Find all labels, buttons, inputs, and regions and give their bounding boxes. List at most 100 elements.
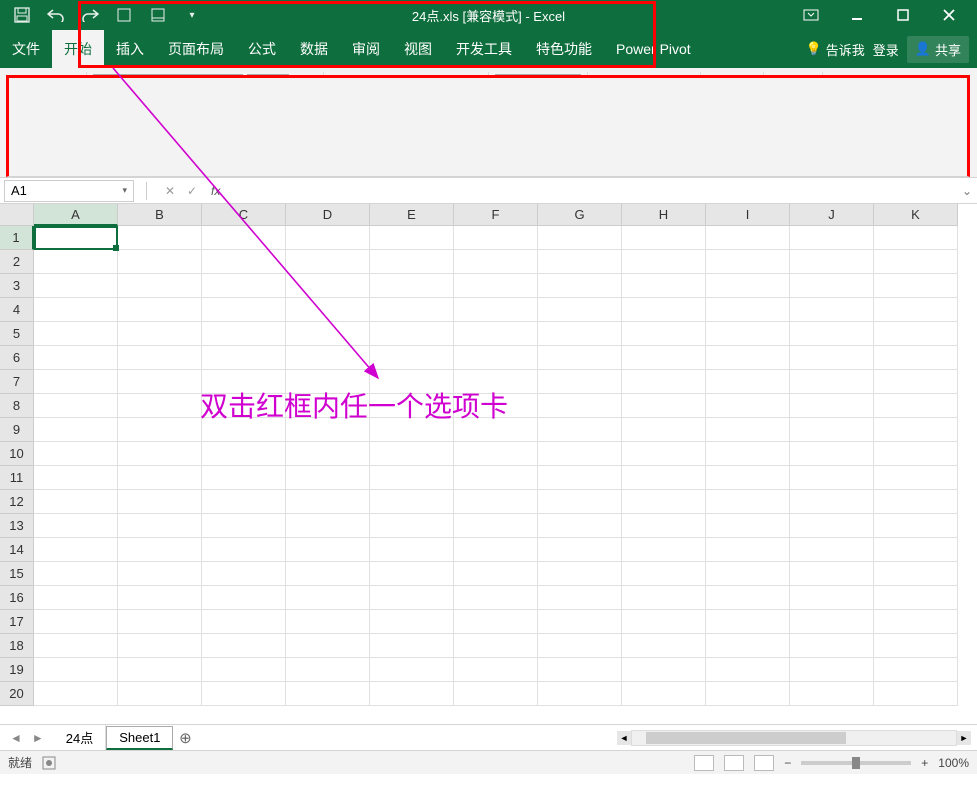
cell[interactable] xyxy=(202,634,286,658)
cell[interactable] xyxy=(118,298,202,322)
format-as-table-button[interactable]: 套用表格格式▾ xyxy=(594,97,694,114)
cell[interactable] xyxy=(202,274,286,298)
sheet-tab-sheet1[interactable]: Sheet1 xyxy=(106,726,173,750)
cell[interactable] xyxy=(874,442,958,466)
align-bottom-icon[interactable] xyxy=(382,74,402,94)
cell[interactable] xyxy=(454,514,538,538)
cell[interactable] xyxy=(790,394,874,418)
column-header[interactable]: F xyxy=(454,204,538,226)
cell[interactable] xyxy=(202,322,286,346)
cell[interactable] xyxy=(202,562,286,586)
zoom-out-icon[interactable]: − xyxy=(784,756,791,770)
cell[interactable] xyxy=(622,466,706,490)
cell[interactable] xyxy=(454,274,538,298)
cell[interactable] xyxy=(706,370,790,394)
cell[interactable] xyxy=(874,682,958,706)
cell[interactable] xyxy=(118,466,202,490)
cell[interactable] xyxy=(34,394,118,418)
cell[interactable] xyxy=(538,250,622,274)
cell[interactable] xyxy=(790,562,874,586)
cell[interactable] xyxy=(34,442,118,466)
cell[interactable] xyxy=(706,250,790,274)
cell[interactable] xyxy=(202,610,286,634)
cell[interactable] xyxy=(706,490,790,514)
cell[interactable] xyxy=(454,634,538,658)
cell[interactable] xyxy=(790,298,874,322)
login-button[interactable]: 登录 xyxy=(873,40,899,59)
increase-decimal-icon[interactable]: .0→.00 xyxy=(495,128,527,148)
cell[interactable] xyxy=(286,322,370,346)
find-select-icon[interactable] xyxy=(796,100,816,120)
cell[interactable] xyxy=(454,226,538,250)
cell[interactable] xyxy=(454,682,538,706)
cell[interactable] xyxy=(538,346,622,370)
cell[interactable] xyxy=(286,682,370,706)
cell[interactable] xyxy=(538,442,622,466)
cell[interactable] xyxy=(118,322,202,346)
cell[interactable] xyxy=(706,610,790,634)
zoom-level[interactable]: 100% xyxy=(938,756,969,770)
hscroll-track[interactable] xyxy=(631,730,957,746)
cell[interactable] xyxy=(706,298,790,322)
cell[interactable] xyxy=(370,514,454,538)
cell[interactable] xyxy=(370,298,454,322)
cell[interactable] xyxy=(538,274,622,298)
cell[interactable] xyxy=(370,490,454,514)
column-header[interactable]: E xyxy=(370,204,454,226)
align-left-icon[interactable] xyxy=(330,100,350,120)
cell[interactable] xyxy=(622,298,706,322)
cell[interactable] xyxy=(34,658,118,682)
cell[interactable] xyxy=(118,658,202,682)
cell[interactable] xyxy=(706,586,790,610)
view-pagebreak-icon[interactable] xyxy=(754,755,774,771)
cell[interactable] xyxy=(706,322,790,346)
tab-developer[interactable]: 开发工具 xyxy=(444,30,524,68)
cell[interactable] xyxy=(34,274,118,298)
cell[interactable] xyxy=(202,298,286,322)
zoom-slider[interactable] xyxy=(801,761,911,765)
cell[interactable] xyxy=(286,586,370,610)
column-header[interactable]: J xyxy=(790,204,874,226)
cell[interactable] xyxy=(538,226,622,250)
cell[interactable] xyxy=(622,586,706,610)
cell[interactable] xyxy=(874,466,958,490)
row-header[interactable]: 3 xyxy=(0,274,34,298)
cell[interactable] xyxy=(202,250,286,274)
share-button[interactable]: 👤共享 xyxy=(907,36,969,63)
cell-styles-button[interactable]: 单元格样式▾ xyxy=(594,120,694,137)
cell[interactable] xyxy=(286,514,370,538)
cell[interactable] xyxy=(790,442,874,466)
row-header[interactable]: 7 xyxy=(0,370,34,394)
cell[interactable] xyxy=(34,538,118,562)
tab-home[interactable]: 开始 xyxy=(52,30,104,68)
cell[interactable] xyxy=(538,418,622,442)
cell[interactable] xyxy=(790,514,874,538)
cell[interactable] xyxy=(34,682,118,706)
format-cells-button[interactable]: 格式▾ xyxy=(707,120,757,137)
cell[interactable] xyxy=(286,562,370,586)
row-header[interactable]: 14 xyxy=(0,538,34,562)
cell[interactable] xyxy=(202,226,286,250)
cell[interactable] xyxy=(790,538,874,562)
cancel-formula-icon[interactable]: ✕ xyxy=(159,184,181,198)
column-header[interactable]: B xyxy=(118,204,202,226)
cell[interactable] xyxy=(286,538,370,562)
cell[interactable] xyxy=(874,562,958,586)
column-header[interactable]: A xyxy=(34,204,118,226)
cell[interactable] xyxy=(622,370,706,394)
horizontal-scrollbar[interactable]: ◄ ► xyxy=(617,729,977,747)
row-header[interactable]: 5 xyxy=(0,322,34,346)
cell[interactable] xyxy=(202,538,286,562)
cell[interactable] xyxy=(622,658,706,682)
cell[interactable] xyxy=(34,514,118,538)
cell[interactable] xyxy=(706,538,790,562)
align-right-icon[interactable] xyxy=(382,100,402,120)
number-format-combo[interactable]: 常规▾ xyxy=(495,74,581,96)
cell[interactable] xyxy=(370,394,454,418)
row-header[interactable]: 10 xyxy=(0,442,34,466)
sort-filter-icon[interactable]: AZ xyxy=(796,74,816,94)
cells-area[interactable] xyxy=(34,226,977,724)
cell[interactable] xyxy=(34,250,118,274)
cell[interactable] xyxy=(706,514,790,538)
qat-icon-2[interactable] xyxy=(148,5,168,25)
